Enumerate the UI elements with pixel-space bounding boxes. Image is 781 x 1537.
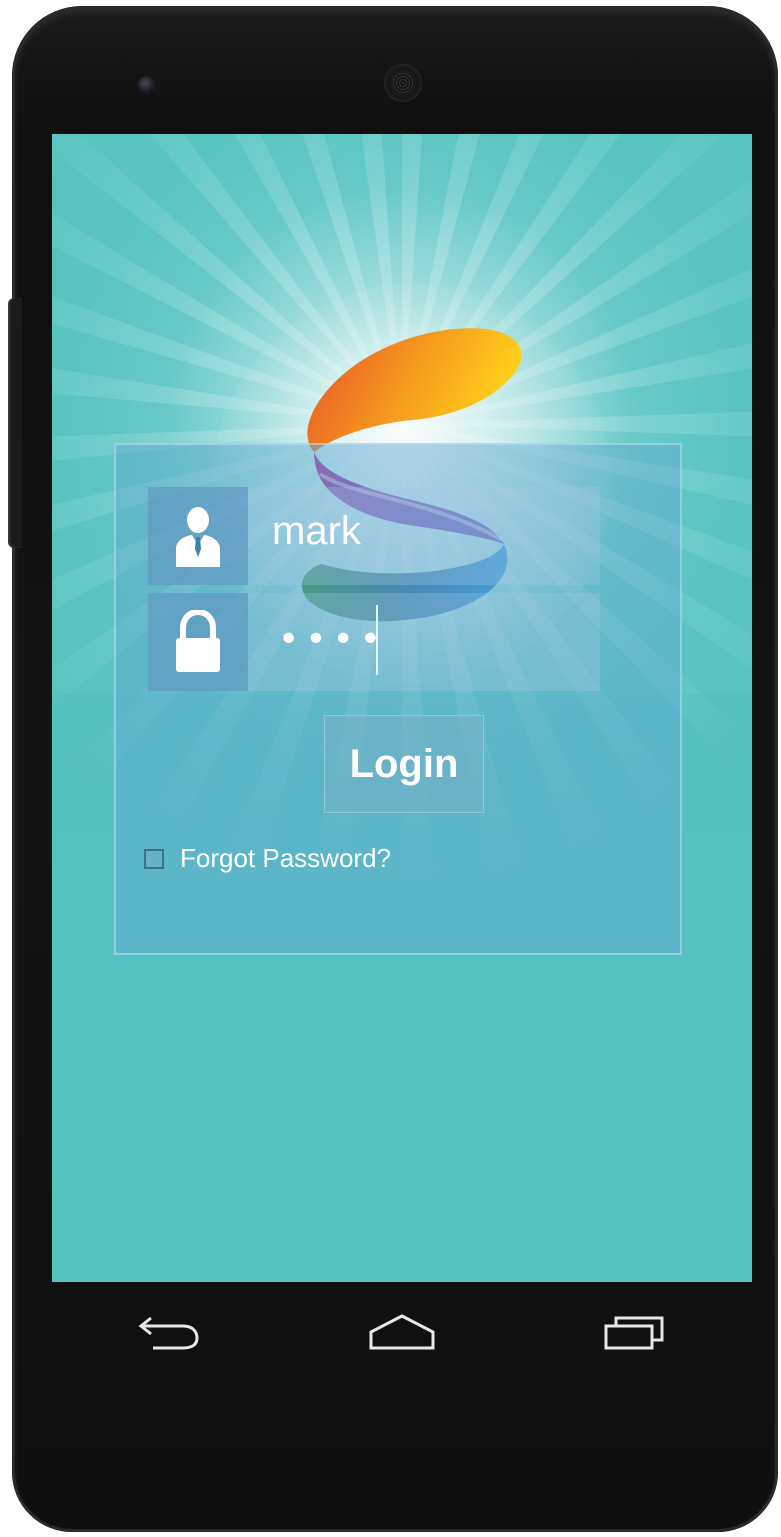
forgot-password-label[interactable]: Forgot Password? [180,843,391,874]
back-button[interactable] [124,1297,214,1367]
username-icon-cell [148,487,248,585]
username-value: mark [272,509,361,553]
earpiece-speaker [384,64,422,102]
home-button[interactable] [357,1297,447,1367]
home-icon [369,1314,435,1350]
login-button[interactable]: Login [324,715,484,813]
text-caret [376,605,378,675]
password-icon-cell [148,593,248,691]
back-icon [138,1316,199,1350]
side-power-button [8,298,22,548]
recent-apps-button[interactable] [590,1297,680,1367]
forgot-password-checkbox[interactable] [144,848,164,869]
lock-icon [176,610,220,672]
password-value: •••• [278,619,387,660]
password-field[interactable]: •••• [148,593,600,691]
app-screen: mark •••• Login Forgot Password? [52,134,752,1282]
recent-apps-icon [604,1316,664,1350]
username-field[interactable]: mark [148,487,600,585]
navigation-bar [52,1282,752,1382]
front-camera [138,76,156,94]
login-panel: mark •••• Login Forgot Password? [114,443,682,955]
forgot-password-option[interactable]: Forgot Password? [144,843,391,874]
user-icon [176,507,220,567]
